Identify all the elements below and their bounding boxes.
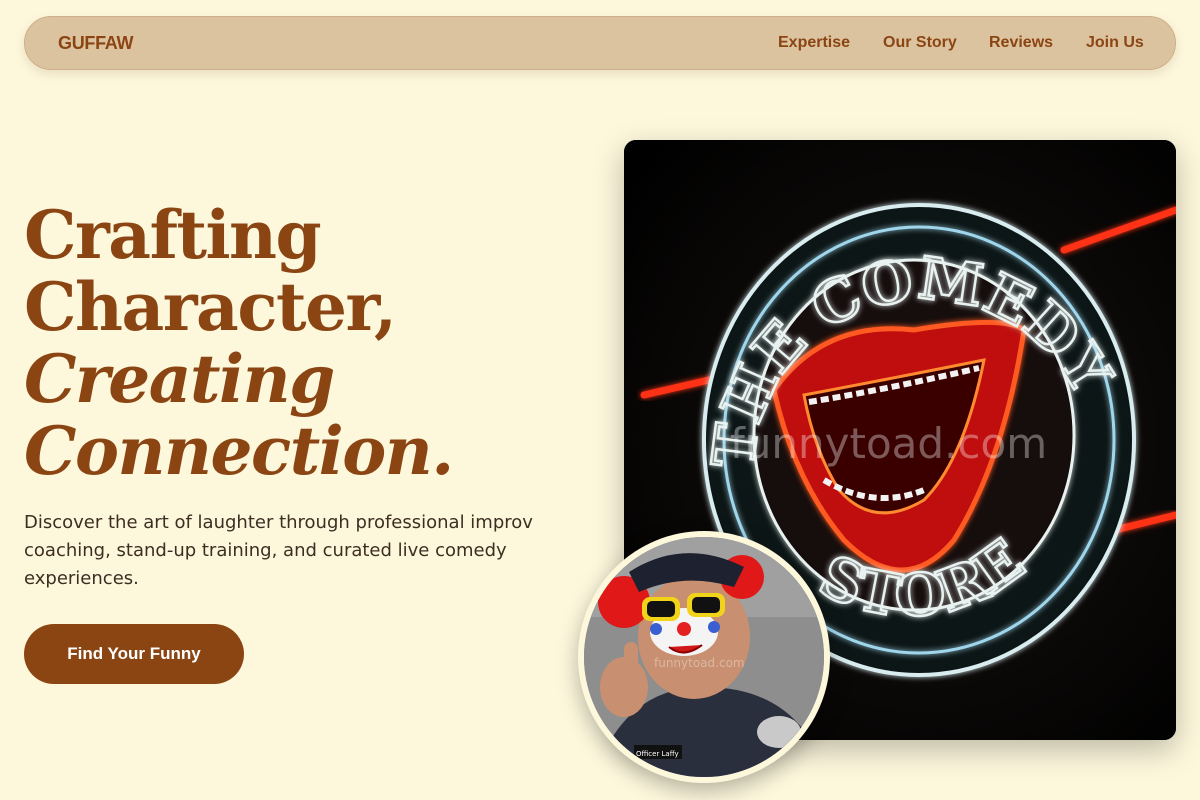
headline-line-3: Creating bbox=[24, 340, 335, 418]
nav-bar: GUFFAW Expertise Our Story Reviews Join … bbox=[24, 16, 1176, 70]
find-your-funny-button[interactable]: Find Your Funny bbox=[24, 624, 244, 684]
nav-link-join-us[interactable]: Join Us bbox=[1086, 34, 1144, 52]
image-watermark: funnytoad.com bbox=[730, 419, 1047, 468]
nav-link-our-story[interactable]: Our Story bbox=[883, 34, 957, 52]
headline-line-1: Crafting bbox=[24, 196, 322, 274]
nav-link-reviews[interactable]: Reviews bbox=[989, 34, 1053, 52]
headline-line-4: Connection. bbox=[24, 412, 454, 490]
nav-links: Expertise Our Story Reviews Join Us bbox=[25, 34, 1175, 54]
clown-cop-avatar: Officer Laffy funnytoad.com bbox=[578, 531, 830, 783]
avatar-watermark: funnytoad.com bbox=[654, 656, 745, 670]
name-tag-text: Officer Laffy bbox=[636, 750, 679, 758]
nav-link-expertise[interactable]: Expertise bbox=[778, 34, 850, 52]
headline-line-2: Character, bbox=[24, 268, 397, 346]
hero-subtext: Discover the art of laughter through pro… bbox=[24, 512, 533, 589]
